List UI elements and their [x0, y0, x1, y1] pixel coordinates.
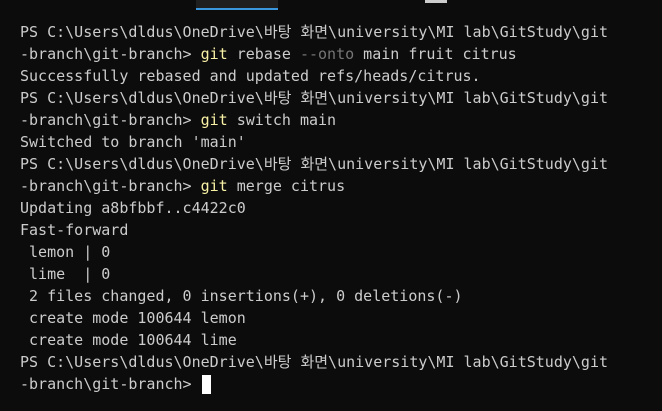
current-prompt-line[interactable]: -branch\git-branch>	[20, 373, 662, 395]
prompt-line: -branch\git-branch> git merge citrus	[20, 175, 662, 197]
prompt-path: PS C:\Users\dldus\OneDrive\바탕 화면\univers…	[20, 23, 609, 41]
output-line: Updating a8bfbbf..c4422c0	[20, 199, 246, 217]
command-name: git	[200, 45, 228, 63]
prompt-path: PS C:\Users\dldus\OneDrive\바탕 화면\univers…	[20, 155, 609, 173]
command-args: switch main	[227, 111, 337, 129]
command-args: rebase	[227, 45, 300, 63]
command-name: git	[200, 177, 228, 195]
active-tab[interactable]	[196, 0, 278, 10]
prompt-line: -branch\git-branch> git switch main	[20, 109, 662, 131]
prompt-line: PS C:\Users\dldus\OneDrive\바탕 화면\univers…	[20, 153, 662, 175]
prompt-path-continued: -branch\git-branch>	[20, 45, 201, 63]
command-args: merge citrus	[227, 177, 346, 195]
terminal-window[interactable]: PS C:\Users\dldus\OneDrive\바탕 화면\univers…	[0, 0, 662, 411]
terminal-buffer[interactable]: PS C:\Users\dldus\OneDrive\바탕 화면\univers…	[20, 21, 662, 395]
output-line: Fast-forward	[20, 221, 129, 239]
output-line: lemon | 0	[20, 243, 111, 261]
output-line: lime | 0	[20, 265, 111, 283]
tab-strip	[0, 0, 662, 11]
output-line: Successfully rebased and updated refs/he…	[20, 67, 481, 85]
prompt-path-continued: -branch\git-branch>	[20, 177, 201, 195]
prompt-path: PS C:\Users\dldus\OneDrive\바탕 화면\univers…	[20, 89, 609, 107]
command-flag: --onto	[299, 45, 355, 63]
prompt-line: PS C:\Users\dldus\OneDrive\바탕 화면\univers…	[20, 21, 662, 43]
prompt-path: PS C:\Users\dldus\OneDrive\바탕 화면\univers…	[20, 353, 609, 371]
tab-title-fragment	[425, 0, 447, 3]
prompt-path-continued: -branch\git-branch>	[20, 375, 201, 393]
prompt-path-continued: -branch\git-branch>	[20, 111, 201, 129]
prompt-line: PS C:\Users\dldus\OneDrive\바탕 화면\univers…	[20, 351, 662, 373]
output-line: Switched to branch 'main'	[20, 133, 246, 151]
prompt-line: PS C:\Users\dldus\OneDrive\바탕 화면\univers…	[20, 87, 662, 109]
output-line: 2 files changed, 0 insertions(+), 0 dele…	[20, 287, 463, 305]
command-name: git	[200, 111, 228, 129]
prompt-line: -branch\git-branch> git rebase --onto ma…	[20, 43, 662, 65]
output-line: create mode 100644 lemon	[20, 309, 246, 327]
output-line: create mode 100644 lime	[20, 331, 237, 349]
text-cursor	[201, 375, 211, 394]
command-args: main fruit citrus	[354, 45, 517, 63]
